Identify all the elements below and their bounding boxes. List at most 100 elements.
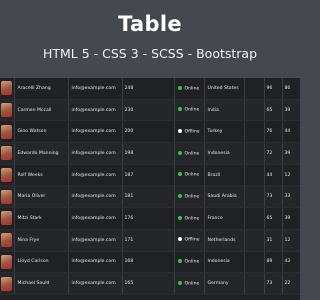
number-cell: 200	[122, 120, 175, 144]
avatar-cell	[0, 99, 15, 122]
avatar	[1, 103, 13, 118]
value-a-cell: 96	[264, 78, 283, 100]
number-cell: 230	[122, 99, 175, 122]
status-label: Online	[184, 107, 200, 113]
name-cell: Gino Watson	[14, 120, 69, 144]
empty-cell	[244, 120, 265, 144]
avatar-cell	[0, 164, 15, 187]
number-cell: 165	[122, 272, 175, 295]
avatar-cell	[0, 251, 15, 274]
value-a-cell: 73	[264, 272, 283, 295]
status-dot-icon	[177, 107, 182, 112]
empty-cell	[244, 164, 265, 187]
empty-cell	[244, 78, 265, 100]
value-b-cell: 22	[282, 272, 300, 295]
value-a-cell: 76	[264, 120, 283, 144]
status-cell: Online	[174, 272, 205, 295]
table-row[interactable]: Aracelli Zhang info@example.com 248 Online U…	[0, 78, 300, 100]
email-cell: info@example.com	[68, 272, 123, 295]
value-a-cell: 89	[264, 251, 283, 274]
status-dot-icon	[177, 85, 182, 90]
avatar	[1, 233, 13, 248]
name-cell: Mitzi Stark	[14, 207, 69, 230]
avatar	[1, 81, 13, 96]
page-subtitle: HTML 5 - CSS 3 - SCSS - Bootstrap	[42, 46, 258, 61]
email-cell: info@example.com	[68, 120, 123, 144]
name-cell: Maria Oliver	[14, 185, 69, 209]
table-row[interactable]: Lloyd Carlson info@example.com 168 Online In…	[0, 251, 300, 274]
table-row[interactable]: Edwardo Manning info@example.com 198 Online…	[0, 142, 300, 165]
status-dot-icon	[177, 194, 182, 199]
email-cell: info@example.com	[68, 251, 123, 274]
empty-cell	[244, 99, 265, 122]
value-b-cell: 43	[282, 251, 300, 274]
status-dot-icon	[177, 215, 182, 220]
data-table: Aracelli Zhang info@example.com 248 Online U…	[0, 78, 300, 295]
avatar-cell	[0, 142, 15, 165]
status-dot-icon	[177, 150, 182, 155]
avatar	[1, 211, 13, 226]
status-cell: Online	[174, 185, 205, 209]
avatar-cell	[0, 120, 15, 144]
country-cell: Brazil	[204, 164, 245, 187]
country-cell: India	[204, 99, 245, 122]
email-cell: info@example.com	[68, 164, 123, 187]
country-cell: Indonesia	[204, 142, 245, 165]
value-b-cell: 44	[282, 120, 300, 144]
status-cell: Online	[174, 78, 205, 100]
number-cell: 176	[122, 207, 175, 230]
country-cell: Saudi Arabia	[204, 185, 245, 209]
name-cell: Aracelli Zhang	[14, 78, 69, 100]
email-cell: info@example.com	[68, 99, 123, 122]
country-cell: United States	[204, 78, 245, 100]
avatar-cell	[0, 78, 15, 100]
table-row[interactable]: Nina Frye info@example.com 171 Offline Nethe…	[0, 229, 300, 252]
email-cell: info@example.com	[68, 229, 123, 252]
table-row[interactable]: Maria Oliver info@example.com 181 Online Sau…	[0, 185, 300, 209]
name-cell: Michael Sould	[14, 272, 69, 295]
status-dot-icon	[177, 172, 182, 177]
status-label: Offline	[184, 237, 200, 243]
page-header: Table HTML 5 - CSS 3 - SCSS - Bootstrap	[0, 0, 300, 74]
table-row[interactable]: Rolf Weeks info@example.com 187 Online Brazi…	[0, 164, 300, 187]
number-cell: 198	[122, 142, 175, 165]
name-cell: Carmen Mccall	[14, 99, 69, 122]
table-row[interactable]: Gino Watson info@example.com 200 Offline Tur…	[0, 120, 300, 144]
status-cell: Online	[174, 207, 205, 230]
value-b-cell: 86	[282, 78, 300, 100]
status-label: Offline	[184, 129, 200, 135]
page-title: Table	[118, 12, 182, 36]
number-cell: 171	[122, 229, 175, 252]
value-b-cell: 12	[282, 229, 300, 252]
status-cell: Online	[174, 251, 205, 274]
avatar-cell	[0, 272, 15, 295]
value-a-cell: 73	[264, 185, 283, 209]
country-cell: Turkey	[204, 120, 245, 144]
table-row[interactable]: Michael Sould info@example.com 165 Online Ge…	[0, 272, 300, 295]
avatar-cell	[0, 207, 15, 230]
value-b-cell: 39	[282, 99, 300, 122]
data-table-container[interactable]: Aracelli Zhang info@example.com 248 Online U…	[0, 78, 300, 300]
empty-cell	[244, 272, 265, 295]
empty-cell	[244, 229, 265, 252]
email-cell: info@example.com	[68, 78, 123, 100]
value-a-cell: 72	[264, 142, 283, 165]
status-cell: Online	[174, 99, 205, 122]
status-label: Online	[184, 172, 200, 178]
number-cell: 187	[122, 164, 175, 187]
status-dot-icon	[177, 237, 182, 242]
email-cell: info@example.com	[68, 142, 123, 165]
avatar-cell	[0, 229, 15, 252]
empty-cell	[244, 207, 265, 230]
value-b-cell: 33	[282, 185, 300, 209]
status-dot-icon	[177, 259, 182, 264]
status-label: Online	[184, 281, 200, 287]
status-cell: Offline	[174, 120, 205, 144]
avatar	[1, 146, 13, 161]
value-b-cell: 39	[282, 142, 300, 165]
value-b-cell: 39	[282, 207, 300, 230]
table-row[interactable]: Mitzi Stark info@example.com 176 Online Fran…	[0, 207, 300, 230]
name-cell: Nina Frye	[14, 229, 69, 252]
value-a-cell: 65	[264, 99, 283, 122]
table-row[interactable]: Carmen Mccall info@example.com 230 Online In…	[0, 99, 300, 122]
